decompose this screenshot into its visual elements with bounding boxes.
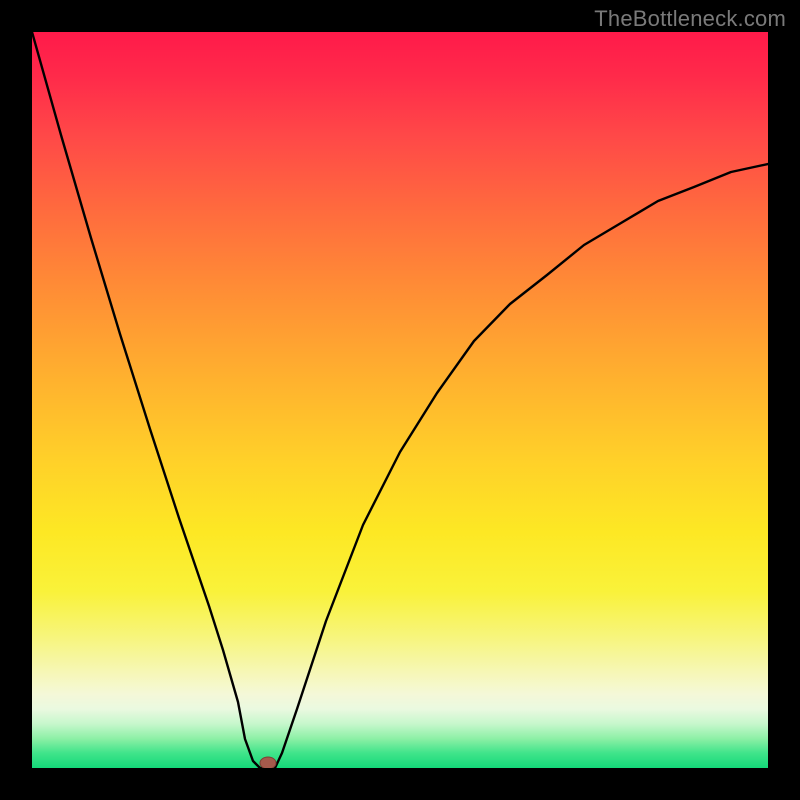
optimum-marker <box>260 757 276 768</box>
chart-frame: TheBottleneck.com <box>0 0 800 800</box>
chart-svg <box>32 32 768 768</box>
watermark-text: TheBottleneck.com <box>594 6 786 32</box>
plot-area <box>32 32 768 768</box>
bottleneck-curve <box>32 32 768 768</box>
